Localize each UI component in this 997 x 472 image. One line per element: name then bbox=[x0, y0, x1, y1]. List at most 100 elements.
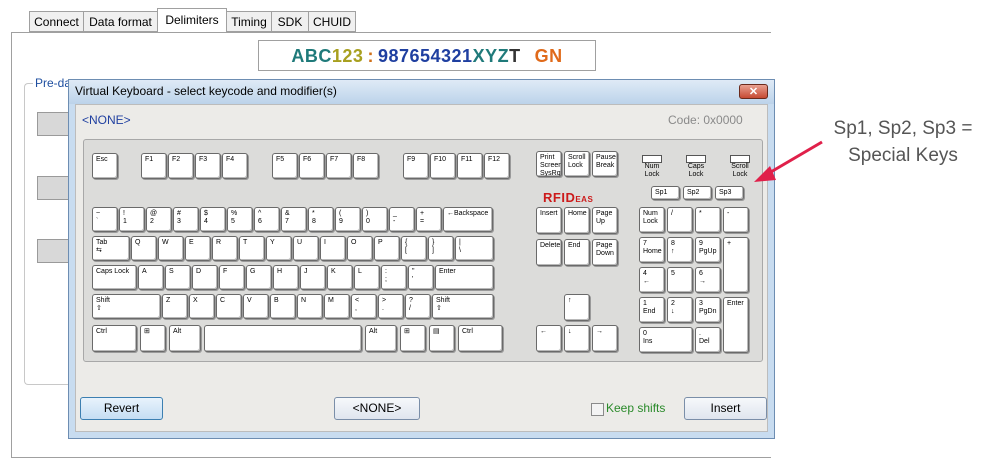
key-9-pgup[interactable]: 9 PgUp bbox=[695, 237, 721, 263]
key-f9[interactable]: F9 bbox=[403, 153, 429, 179]
keyboard-icon[interactable] bbox=[37, 112, 69, 136]
key-blank[interactable]: < , bbox=[351, 294, 377, 319]
key-1-end[interactable]: 1 End bbox=[639, 297, 665, 323]
key-enter[interactable]: Enter bbox=[723, 297, 749, 353]
key-pause-break[interactable]: Pause Break bbox=[592, 151, 618, 177]
key-2[interactable]: @ 2 bbox=[146, 207, 172, 232]
key-o[interactable]: O bbox=[347, 236, 373, 261]
key-9[interactable]: ( 9 bbox=[335, 207, 361, 232]
key-sp1[interactable]: Sp1 bbox=[651, 186, 680, 200]
key-4[interactable]: $ 4 bbox=[200, 207, 226, 232]
key-blank[interactable]: > . bbox=[378, 294, 404, 319]
key-0-ins[interactable]: 0 Ins bbox=[639, 327, 693, 353]
key-f6[interactable]: F6 bbox=[299, 153, 325, 179]
key-blank[interactable] bbox=[204, 325, 362, 352]
key-sp2[interactable]: Sp2 bbox=[683, 186, 712, 200]
key-blank[interactable]: → bbox=[592, 325, 618, 352]
key-2[interactable]: 2 ↓ bbox=[667, 297, 693, 323]
key-x[interactable]: X bbox=[189, 294, 215, 319]
key-shift[interactable]: Shift ⇧ bbox=[92, 294, 161, 319]
key-1[interactable]: ! 1 bbox=[119, 207, 145, 232]
key-esc[interactable]: Esc bbox=[92, 153, 118, 179]
key-f2[interactable]: F2 bbox=[168, 153, 194, 179]
key-v[interactable]: V bbox=[243, 294, 269, 319]
key-blank[interactable]: - bbox=[723, 207, 749, 233]
key-enter[interactable]: Enter bbox=[435, 265, 494, 290]
key-f8[interactable]: F8 bbox=[353, 153, 379, 179]
key-f12[interactable]: F12 bbox=[484, 153, 510, 179]
key-0[interactable]: ) 0 bbox=[362, 207, 388, 232]
key-scroll-lock[interactable]: Scroll Lock bbox=[564, 151, 590, 177]
key-page-down[interactable]: Page Down bbox=[592, 239, 618, 266]
key-r[interactable]: R bbox=[212, 236, 238, 261]
key-print-screen-sysrq[interactable]: Print Screen SysRq bbox=[536, 151, 562, 177]
key-blank[interactable]: ⊞ bbox=[400, 325, 426, 352]
key-blank[interactable]: ⊞ bbox=[140, 325, 166, 352]
key-blank[interactable]: { [ bbox=[401, 236, 427, 261]
key-5[interactable]: % 5 bbox=[227, 207, 253, 232]
key-delete[interactable]: Delete bbox=[536, 239, 562, 266]
key-f7[interactable]: F7 bbox=[326, 153, 352, 179]
key-7[interactable]: & 7 bbox=[281, 207, 307, 232]
tab-timing[interactable]: Timing bbox=[226, 11, 272, 32]
key-f1[interactable]: F1 bbox=[141, 153, 167, 179]
key-alt[interactable]: Alt bbox=[169, 325, 201, 352]
key-b[interactable]: B bbox=[270, 294, 296, 319]
key-t[interactable]: T bbox=[239, 236, 265, 261]
key-a[interactable]: A bbox=[138, 265, 164, 290]
key-l[interactable]: L bbox=[354, 265, 380, 290]
key-blank[interactable]: * bbox=[695, 207, 721, 233]
key-8[interactable]: * 8 bbox=[308, 207, 334, 232]
key-caps-lock[interactable]: Caps Lock bbox=[92, 265, 137, 290]
key-3-pgdn[interactable]: 3 PgDn bbox=[695, 297, 721, 323]
key-y[interactable]: Y bbox=[266, 236, 292, 261]
key-blank[interactable]: : ; bbox=[381, 265, 407, 290]
key-8[interactable]: 8 ↑ bbox=[667, 237, 693, 263]
key-p[interactable]: P bbox=[374, 236, 400, 261]
key-6[interactable]: ^ 6 bbox=[254, 207, 280, 232]
key-ctrl[interactable]: Ctrl bbox=[92, 325, 137, 352]
key-5[interactable]: 5 bbox=[667, 267, 693, 293]
key-e[interactable]: E bbox=[185, 236, 211, 261]
insert-button[interactable]: Insert bbox=[684, 397, 767, 420]
key-shift[interactable]: Shift ⇧ bbox=[432, 294, 494, 319]
none-button[interactable]: <NONE> bbox=[334, 397, 420, 420]
key-blank[interactable]: ? / bbox=[405, 294, 431, 319]
key-blank[interactable]: ~ ` bbox=[92, 207, 118, 232]
key-tab[interactable]: Tab ⇆ bbox=[92, 236, 130, 261]
key-k[interactable]: K bbox=[327, 265, 353, 290]
key-blank[interactable]: ▤ bbox=[429, 325, 455, 352]
key-alt[interactable]: Alt bbox=[365, 325, 397, 352]
revert-button[interactable]: Revert bbox=[80, 397, 163, 420]
key-s[interactable]: S bbox=[165, 265, 191, 290]
key-n[interactable]: N bbox=[297, 294, 323, 319]
keyboard-icon[interactable] bbox=[37, 239, 69, 263]
keep-shifts-checkbox[interactable] bbox=[591, 403, 604, 416]
key-blank[interactable]: ← bbox=[536, 325, 562, 352]
key-blank[interactable]: | \ bbox=[455, 236, 494, 261]
key-j[interactable]: J bbox=[300, 265, 326, 290]
key-end[interactable]: End bbox=[564, 239, 590, 266]
key-blank[interactable]: " ' bbox=[408, 265, 434, 290]
key-i[interactable]: I bbox=[320, 236, 346, 261]
key-c[interactable]: C bbox=[216, 294, 242, 319]
key-g[interactable]: G bbox=[246, 265, 272, 290]
key-blank[interactable]: ↓ bbox=[564, 325, 590, 352]
tab-data-format[interactable]: Data format bbox=[83, 11, 158, 32]
key-backspace[interactable]: ←Backspace bbox=[443, 207, 493, 232]
key-home[interactable]: Home bbox=[564, 207, 590, 234]
key-7-home[interactable]: 7 Home bbox=[639, 237, 665, 263]
key-f5[interactable]: F5 bbox=[272, 153, 298, 179]
key-6[interactable]: 6 → bbox=[695, 267, 721, 293]
key-q[interactable]: Q bbox=[131, 236, 157, 261]
tab-chuid[interactable]: CHUID bbox=[308, 11, 356, 32]
key-f[interactable]: F bbox=[219, 265, 245, 290]
key-blank[interactable]: + bbox=[723, 237, 749, 293]
key-page-up[interactable]: Page Up bbox=[592, 207, 618, 234]
key-f3[interactable]: F3 bbox=[195, 153, 221, 179]
key-num-lock[interactable]: Num Lock bbox=[639, 207, 665, 233]
key-blank[interactable]: + = bbox=[416, 207, 442, 232]
key-3[interactable]: # 3 bbox=[173, 207, 199, 232]
key-blank[interactable]: } ] bbox=[428, 236, 454, 261]
key-ctrl[interactable]: Ctrl bbox=[458, 325, 503, 352]
